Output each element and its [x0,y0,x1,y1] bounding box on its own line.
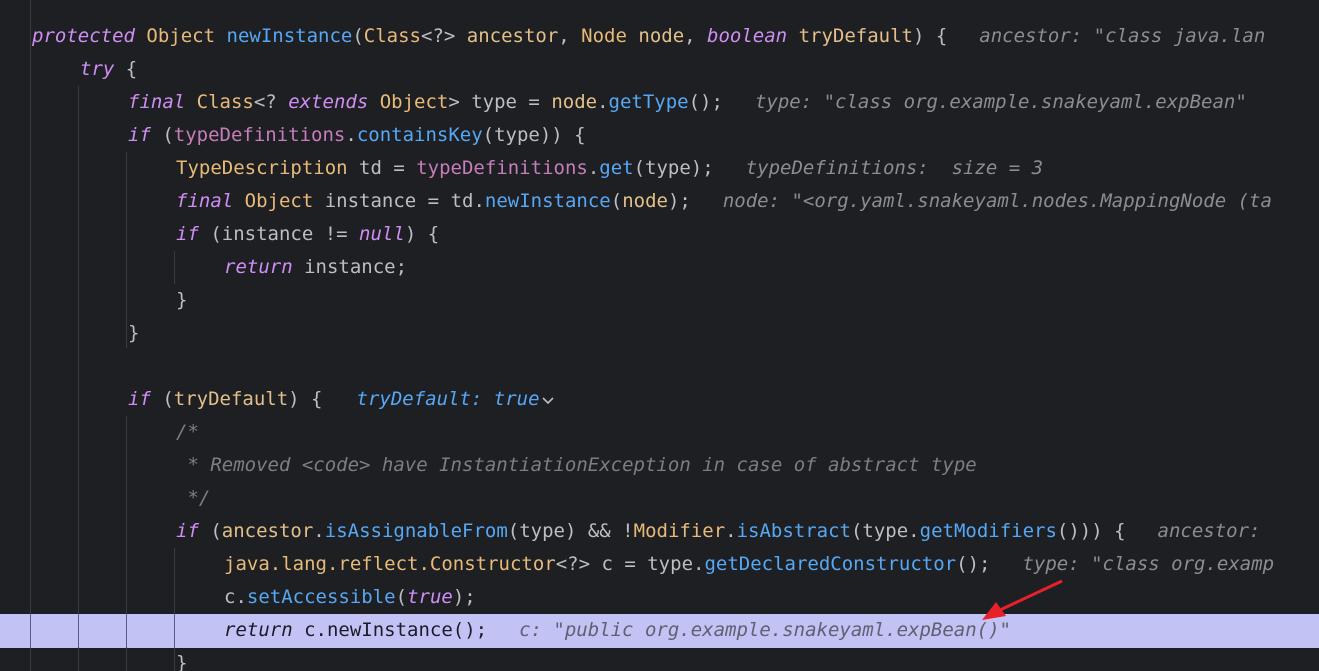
code-editor[interactable]: protected Object newInstance(Class<?> an… [0,0,1319,671]
annotation-arrow-icon [982,579,1063,620]
